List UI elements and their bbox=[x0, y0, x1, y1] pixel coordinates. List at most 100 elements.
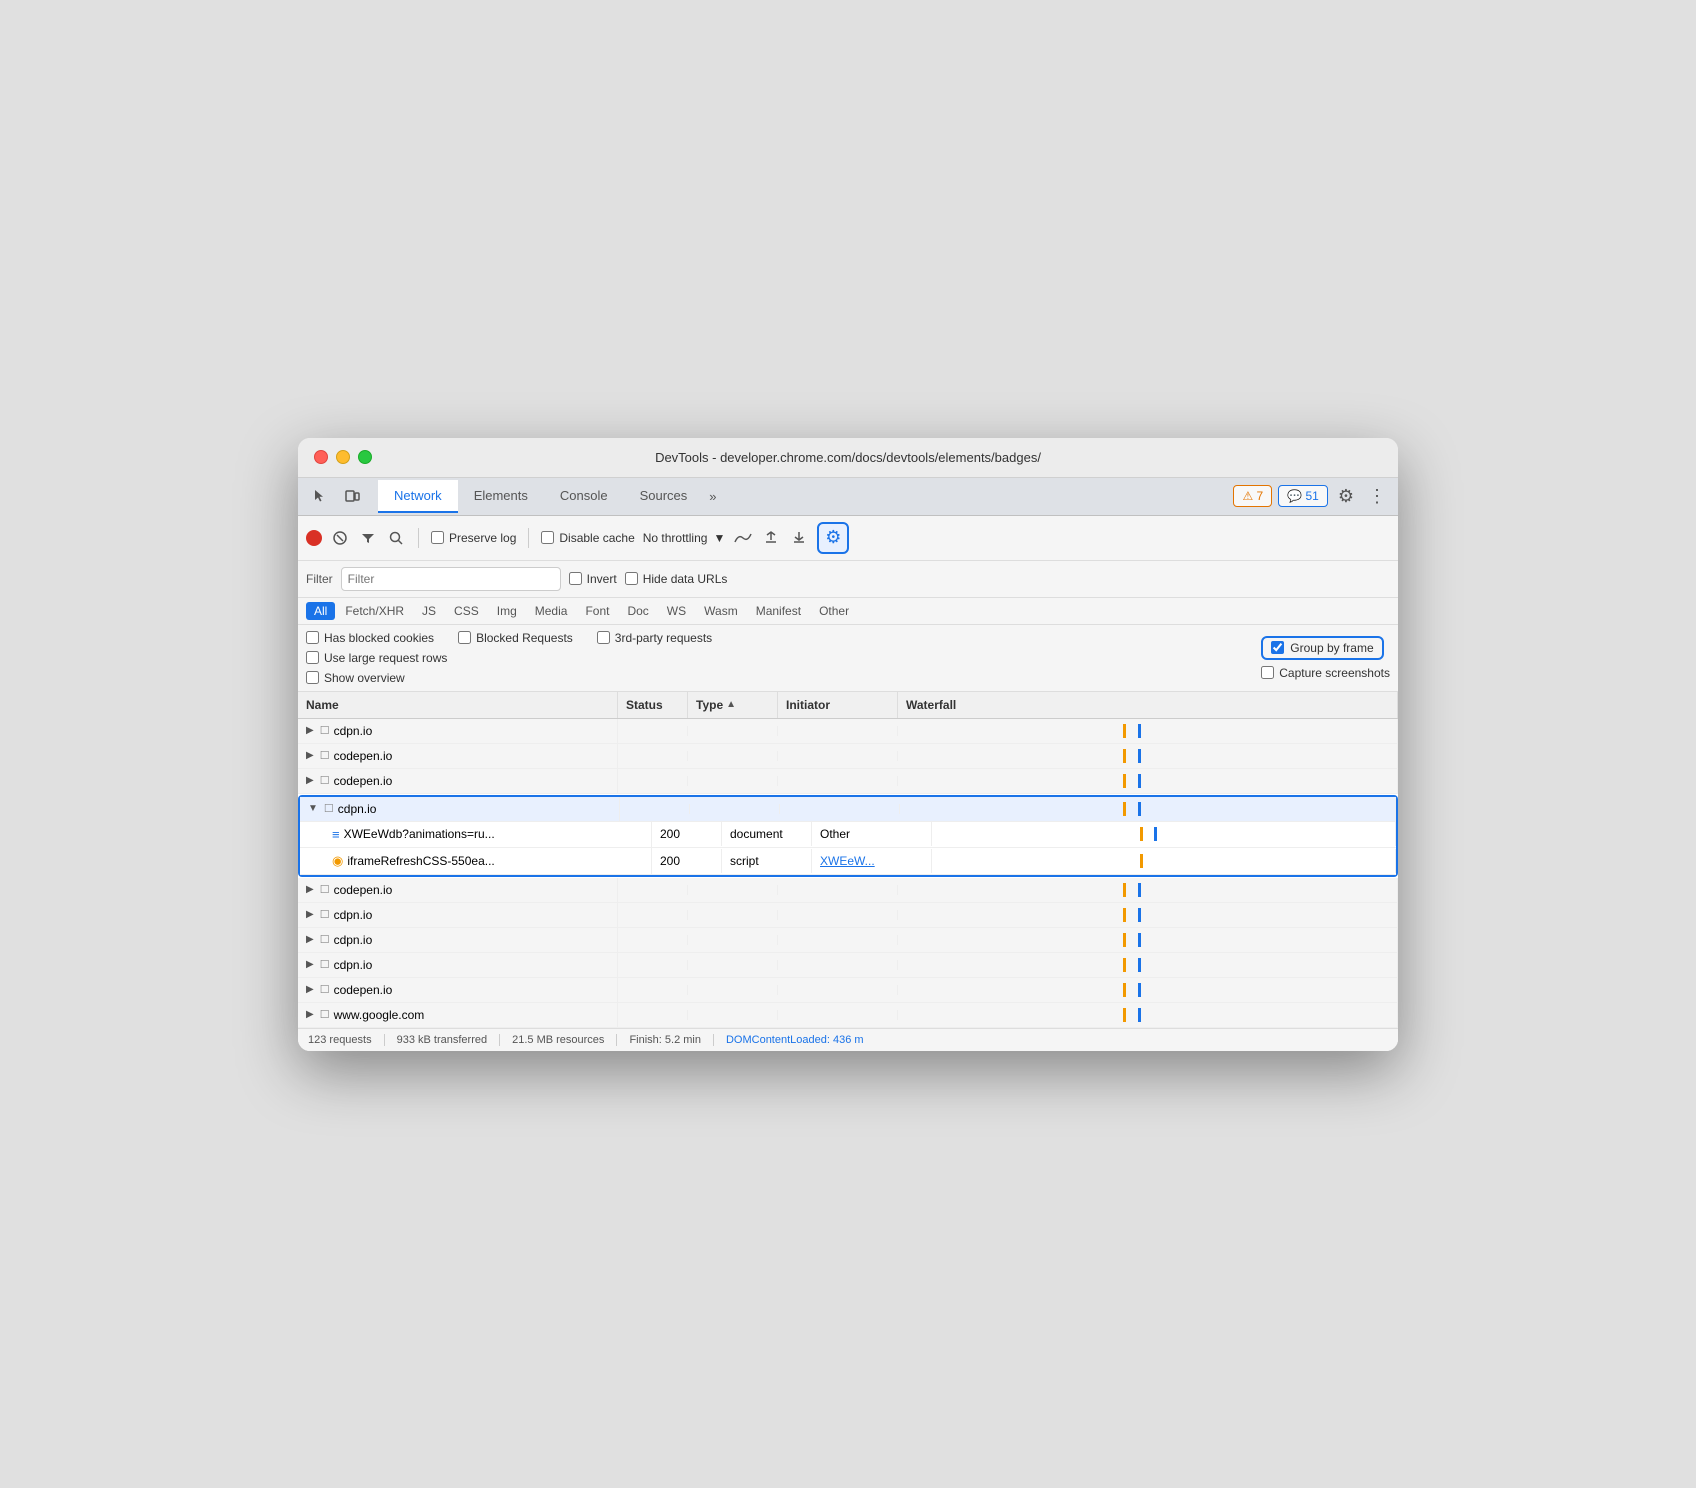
row-initiator bbox=[778, 885, 898, 895]
expand-icon[interactable]: ▶ bbox=[306, 909, 314, 920]
table-row[interactable]: ▶ ☐ codepen.io bbox=[298, 978, 1398, 1003]
third-party-option[interactable]: 3rd-party requests bbox=[597, 631, 712, 645]
row-type bbox=[688, 776, 778, 786]
device-toolbar-button[interactable] bbox=[338, 482, 366, 510]
disable-cache-option[interactable]: Disable cache bbox=[541, 531, 634, 545]
type-filter-wasm[interactable]: Wasm bbox=[696, 602, 746, 620]
more-tabs-button[interactable]: » bbox=[703, 481, 722, 512]
table-row[interactable]: ◉ iframeRefreshCSS-550ea... 200 script X… bbox=[300, 848, 1396, 875]
row-waterfall bbox=[898, 953, 1398, 977]
warnings-badge[interactable]: ⚠ 7 bbox=[1233, 485, 1272, 507]
th-waterfall[interactable]: Waterfall bbox=[898, 692, 1398, 718]
tab-elements[interactable]: Elements bbox=[458, 480, 544, 513]
table-row[interactable]: ▶ ☐ cdpn.io bbox=[298, 719, 1398, 744]
preserve-log-checkbox[interactable] bbox=[431, 531, 444, 544]
type-filter-img[interactable]: Img bbox=[489, 602, 525, 620]
tab-network[interactable]: Network bbox=[378, 480, 458, 513]
th-name[interactable]: Name bbox=[298, 692, 618, 718]
third-party-checkbox[interactable] bbox=[597, 631, 610, 644]
table-row[interactable]: ≡ XWEeWdb?animations=ru... 200 document … bbox=[300, 822, 1396, 848]
row-type bbox=[688, 1010, 778, 1020]
expand-icon[interactable]: ▶ bbox=[306, 884, 314, 895]
capture-screenshots-option[interactable]: Capture screenshots bbox=[1261, 666, 1390, 680]
table-row[interactable]: ▶ ☐ cdpn.io bbox=[298, 953, 1398, 978]
blocked-cookies-checkbox[interactable] bbox=[306, 631, 319, 644]
row-initiator bbox=[778, 935, 898, 945]
search-icon[interactable] bbox=[386, 528, 406, 548]
table-row[interactable]: ▶ ☐ codepen.io bbox=[298, 878, 1398, 903]
th-type[interactable]: Type ▲ bbox=[688, 692, 778, 718]
tab-sources[interactable]: Sources bbox=[624, 480, 704, 513]
settings-icon[interactable]: ⚙ bbox=[1334, 482, 1358, 511]
type-filter-font[interactable]: Font bbox=[577, 602, 617, 620]
row-type bbox=[688, 960, 778, 970]
table-row[interactable]: ▶ ☐ cdpn.io bbox=[298, 928, 1398, 953]
group-by-frame-checkbox[interactable] bbox=[1271, 641, 1284, 654]
group-by-frame-option[interactable]: Group by frame bbox=[1261, 636, 1383, 660]
more-options-icon[interactable]: ⋮ bbox=[1364, 482, 1390, 511]
expand-icon[interactable]: ▼ bbox=[308, 803, 318, 814]
type-filter-manifest[interactable]: Manifest bbox=[748, 602, 809, 620]
disable-cache-checkbox[interactable] bbox=[541, 531, 554, 544]
large-rows-checkbox[interactable] bbox=[306, 651, 319, 664]
cursor-icon-button[interactable] bbox=[306, 482, 334, 510]
table-row[interactable]: ▶ ☐ codepen.io bbox=[298, 744, 1398, 769]
table-row[interactable]: ▶ ☐ www.google.com bbox=[298, 1003, 1398, 1028]
type-filter-ws[interactable]: WS bbox=[659, 602, 694, 620]
preserve-log-option[interactable]: Preserve log bbox=[431, 531, 516, 545]
row-name: codepen.io bbox=[334, 983, 393, 997]
type-filter-fetch[interactable]: Fetch/XHR bbox=[337, 602, 412, 620]
table-row[interactable]: ▶ ☐ cdpn.io bbox=[298, 903, 1398, 928]
initiator-link[interactable]: XWEeW... bbox=[820, 854, 875, 868]
show-overview-option[interactable]: Show overview bbox=[306, 671, 405, 685]
type-filter-js[interactable]: JS bbox=[414, 602, 444, 620]
expand-icon[interactable]: ▶ bbox=[306, 725, 314, 736]
gear-settings-button[interactable]: ⚙ bbox=[817, 522, 849, 554]
doc-file-icon: ≡ bbox=[332, 827, 340, 842]
row-name: www.google.com bbox=[334, 1008, 425, 1022]
expand-icon[interactable]: ▶ bbox=[306, 984, 314, 995]
messages-badge[interactable]: 💬 51 bbox=[1278, 485, 1328, 507]
show-overview-row: Show overview bbox=[306, 671, 712, 685]
filter-icon[interactable] bbox=[358, 528, 378, 548]
th-initiator[interactable]: Initiator bbox=[778, 692, 898, 718]
minimize-button[interactable] bbox=[336, 450, 350, 464]
blocked-requests-option[interactable]: Blocked Requests bbox=[458, 631, 573, 645]
blocked-cookies-option[interactable]: Has blocked cookies bbox=[306, 631, 434, 645]
expand-icon[interactable]: ▶ bbox=[306, 750, 314, 761]
blocked-requests-checkbox[interactable] bbox=[458, 631, 471, 644]
filter-input[interactable] bbox=[341, 567, 561, 591]
tab-console[interactable]: Console bbox=[544, 480, 624, 513]
table-row[interactable]: ▶ ☐ codepen.io bbox=[298, 769, 1398, 794]
throttle-selector[interactable]: No throttling bbox=[643, 531, 708, 545]
network-conditions-icon[interactable] bbox=[733, 528, 753, 548]
expand-icon[interactable]: ▶ bbox=[306, 934, 314, 945]
hide-data-urls-checkbox[interactable] bbox=[625, 572, 638, 585]
large-rows-option[interactable]: Use large request rows bbox=[306, 651, 447, 665]
maximize-button[interactable] bbox=[358, 450, 372, 464]
expand-icon[interactable]: ▶ bbox=[306, 959, 314, 970]
clear-icon[interactable] bbox=[330, 528, 350, 548]
row-waterfall bbox=[898, 769, 1398, 793]
row-initiator bbox=[778, 726, 898, 736]
row-waterfall bbox=[898, 744, 1398, 768]
download-icon[interactable] bbox=[789, 528, 809, 548]
type-filter-media[interactable]: Media bbox=[527, 602, 576, 620]
throttle-arrow[interactable]: ▼ bbox=[713, 531, 725, 545]
show-overview-checkbox[interactable] bbox=[306, 671, 319, 684]
type-filter-doc[interactable]: Doc bbox=[619, 602, 656, 620]
th-status[interactable]: Status bbox=[618, 692, 688, 718]
capture-screenshots-checkbox[interactable] bbox=[1261, 666, 1274, 679]
invert-option[interactable]: Invert bbox=[569, 572, 617, 586]
invert-checkbox[interactable] bbox=[569, 572, 582, 585]
type-filter-other[interactable]: Other bbox=[811, 602, 857, 620]
upload-icon[interactable] bbox=[761, 528, 781, 548]
table-row[interactable]: ▼ ☐ cdpn.io bbox=[300, 797, 1396, 822]
hide-data-urls-option[interactable]: Hide data URLs bbox=[625, 572, 728, 586]
expand-icon[interactable]: ▶ bbox=[306, 775, 314, 786]
close-button[interactable] bbox=[314, 450, 328, 464]
type-filter-css[interactable]: CSS bbox=[446, 602, 487, 620]
type-filter-all[interactable]: All bbox=[306, 602, 335, 620]
record-button[interactable] bbox=[306, 530, 322, 546]
expand-icon[interactable]: ▶ bbox=[306, 1009, 314, 1020]
